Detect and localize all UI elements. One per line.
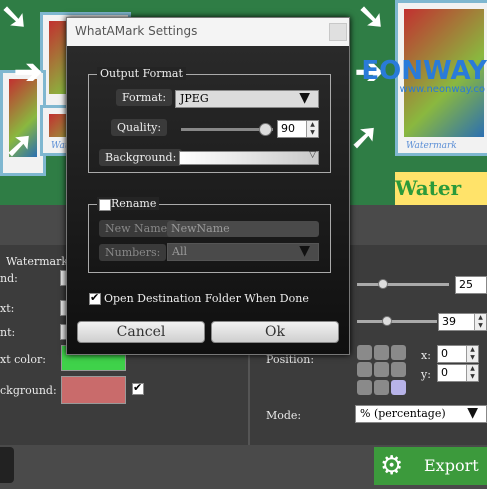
quality-label: Quality: [111,119,168,136]
arrow-icon: ➔ [14,52,43,92]
y-label: y: [421,368,431,381]
opacity-slider-thumb[interactable] [382,316,392,326]
field-label: ckground: [0,384,57,397]
dialog-title: WhatAMark Settings [75,24,198,38]
brand-url: www.neonway.co [399,84,485,95]
quality-stepper[interactable]: 90 ▲ ▼ [277,120,319,138]
field-label: xt color: [0,353,47,366]
field-label: xt: [0,302,15,315]
watermark-banner: Water [395,172,487,205]
position-cell[interactable] [357,345,372,360]
position-cell[interactable] [391,362,406,378]
size-slider[interactable] [357,283,449,286]
rename-checkbox[interactable] [99,199,111,211]
x-label: x: [421,349,431,362]
arrow-icon: ➘ [0,0,29,37]
arrow-icon: ➘ [357,0,386,37]
field-label: nd: [0,272,18,285]
background-checkbox[interactable]: ✔ [132,381,144,395]
export-button[interactable]: ⚙ Export [374,447,487,485]
chevron-down-icon: ▽ [309,150,316,160]
size-stepper[interactable]: 25 [455,276,487,294]
position-cell[interactable] [357,362,372,378]
format-label: Format: [116,89,173,106]
back-button[interactable] [0,447,14,483]
brand-logo: EONWAY [361,56,487,86]
chevron-down-icon: ▼ [467,405,478,421]
quality-slider-thumb[interactable] [258,123,272,136]
chevron-down-icon: ▼ [299,243,310,259]
mode-label: Mode: [266,409,302,422]
output-format-group: Output Format Format: JPEG ▼ Quality: 90… [88,67,331,173]
numbers-label: Numbers: [99,244,167,261]
output-format-title: Output Format [97,67,186,80]
position-cell[interactable] [391,345,406,360]
gear-icon: ⚙ [380,451,404,481]
background-select[interactable]: ▽ [179,150,319,165]
background-color-swatch[interactable] [61,376,126,404]
y-stepper[interactable]: 0 ▲ ▼ [437,364,479,382]
size-slider-thumb[interactable] [378,279,388,289]
x-stepper[interactable]: 0 ▲ ▼ [437,345,479,363]
format-select[interactable]: JPEG ▼ [175,90,319,108]
section-label: Watermark [6,255,69,268]
new-name-input[interactable]: NewName [167,221,319,237]
position-cell[interactable] [374,345,389,360]
open-folder-label: Open Destination Folder When Done [104,292,309,305]
new-name-label: New Name: [99,220,177,237]
position-cell[interactable] [374,379,389,395]
increment-icon[interactable]: ▲ [306,121,318,129]
position-grid [357,345,407,395]
watermark-text: Watermark [406,141,457,151]
dialog-title-bar[interactable]: WhatAMark Settings [67,18,349,46]
open-folder-checkbox[interactable]: ✔ [89,291,101,305]
position-cell[interactable] [374,362,389,378]
opacity-stepper[interactable]: 39 ▲ ▼ [438,313,487,331]
field-label: nt: [0,326,16,339]
position-cell[interactable] [357,379,372,395]
arrow-icon: ➚ [5,125,34,165]
dialog-body: Output Format Format: JPEG ▼ Quality: 90… [67,46,349,354]
settings-dialog: WhatAMark Settings Output Format Format:… [66,17,350,355]
position-cell[interactable] [391,379,406,395]
background-label: Background: [99,149,183,166]
arrow-icon: ➚ [350,117,379,157]
ok-button[interactable]: Ok [211,321,339,343]
opacity-slider[interactable] [357,320,437,323]
decrement-icon[interactable]: ▼ [306,129,318,137]
rename-group: Rename New Name: NewName Numbers: All ▼ [88,197,331,273]
mode-select[interactable]: % (percentage) ▼ [355,405,487,423]
cancel-button[interactable]: Cancel [77,321,205,343]
close-button[interactable] [329,23,347,41]
chevron-down-icon: ▼ [299,90,310,106]
numbers-select[interactable]: All ▼ [167,243,319,261]
